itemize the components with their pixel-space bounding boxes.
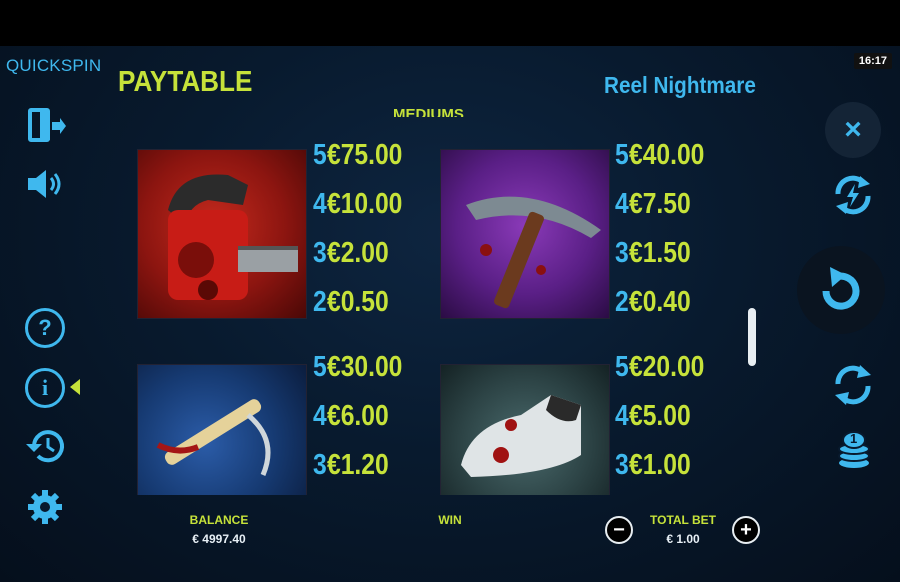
pickaxe-icon [466, 196, 601, 309]
page-title: PAYTABLE [118, 66, 253, 98]
payout-count: 5 [313, 351, 327, 383]
clock: 16:17 [853, 53, 892, 69]
chainsaw-icon [168, 174, 298, 300]
payout-row: 5 €40.00 [615, 139, 718, 179]
payout-amount: €40.00 [629, 139, 705, 171]
payout-row: 4 €10.00 [313, 188, 416, 228]
payout-count: 3 [313, 237, 327, 269]
payout-count: 4 [615, 188, 629, 220]
payout-row: 3 €2.00 [313, 237, 400, 277]
symbol-pickaxe [440, 149, 610, 319]
scrollbar-thumb[interactable] [748, 308, 756, 366]
payout-count: 3 [615, 237, 629, 269]
brand-logo: QUICKSPIN [6, 56, 102, 75]
payout-count: 5 [313, 139, 327, 171]
payout-amount: €20.00 [629, 351, 705, 383]
total-bet-value: € 1.00 [666, 532, 700, 546]
symbol-bloody-sneaker [440, 364, 610, 495]
symbol-hacksaw [137, 364, 307, 495]
payout-amount: €75.00 [327, 139, 403, 171]
payout-row: 4 €6.00 [313, 400, 400, 440]
payout-amount: €7.50 [629, 188, 691, 220]
payout-amount: €6.00 [327, 400, 389, 432]
payout-amount: €1.20 [327, 449, 389, 481]
payout-amount: €1.00 [629, 449, 691, 481]
payout-row: 4 €7.50 [615, 188, 702, 228]
payout-row: 3 €1.00 [615, 449, 702, 489]
payout-amount: €10.00 [327, 188, 403, 220]
payout-amount: €1.50 [629, 237, 691, 269]
plus-icon: + [740, 519, 752, 541]
minus-icon: − [613, 519, 625, 541]
payout-count: 4 [313, 188, 327, 220]
payout-amount: €2.00 [327, 237, 389, 269]
payout-count: 5 [615, 139, 629, 171]
payout-amount: €0.40 [629, 286, 691, 318]
payout-amount: €30.00 [327, 351, 403, 383]
payout-row: 5 €20.00 [615, 351, 718, 391]
balance-value: € 4997.40 [192, 532, 246, 546]
hacksaw-icon [156, 399, 271, 476]
payout-amount: €5.00 [629, 400, 691, 432]
bloody-sneaker-icon [461, 395, 581, 477]
win-label: WIN [438, 513, 462, 527]
payout-count: 4 [615, 400, 629, 432]
paytable-scroll-area[interactable]: MEDIUMS 5 €75.00 4€10.00 3€2.00 2€0.50 5… [0, 105, 900, 495]
payout-row: 2 €0.40 [615, 286, 702, 326]
payout-count: 4 [313, 400, 327, 432]
game-name: Reel Nightmare [604, 72, 756, 98]
increase-bet-button[interactable]: + [732, 516, 760, 544]
balance-label: BALANCE [189, 513, 249, 527]
top-black-bar [0, 0, 900, 46]
payout-count: 5 [615, 351, 629, 383]
symbol-chainsaw [137, 149, 307, 319]
payout-row: 5 €75.00 [313, 139, 416, 179]
payout-row: 2 €0.50 [313, 286, 400, 326]
payout-row: 3 €1.20 [313, 449, 400, 489]
payout-row: 4 €5.00 [615, 400, 702, 440]
decrease-bet-button[interactable]: − [605, 516, 633, 544]
payout-count: 3 [615, 449, 629, 481]
payout-row: 3 €1.50 [615, 237, 702, 277]
payout-row: 5 €30.00 [313, 351, 416, 391]
total-bet-label: TOTAL BET [650, 513, 716, 527]
payout-count: 2 [313, 286, 327, 318]
payout-amount: €0.50 [327, 286, 389, 318]
payout-count: 3 [313, 449, 327, 481]
section-label: MEDIUMS [393, 106, 464, 117]
payout-count: 2 [615, 286, 629, 318]
